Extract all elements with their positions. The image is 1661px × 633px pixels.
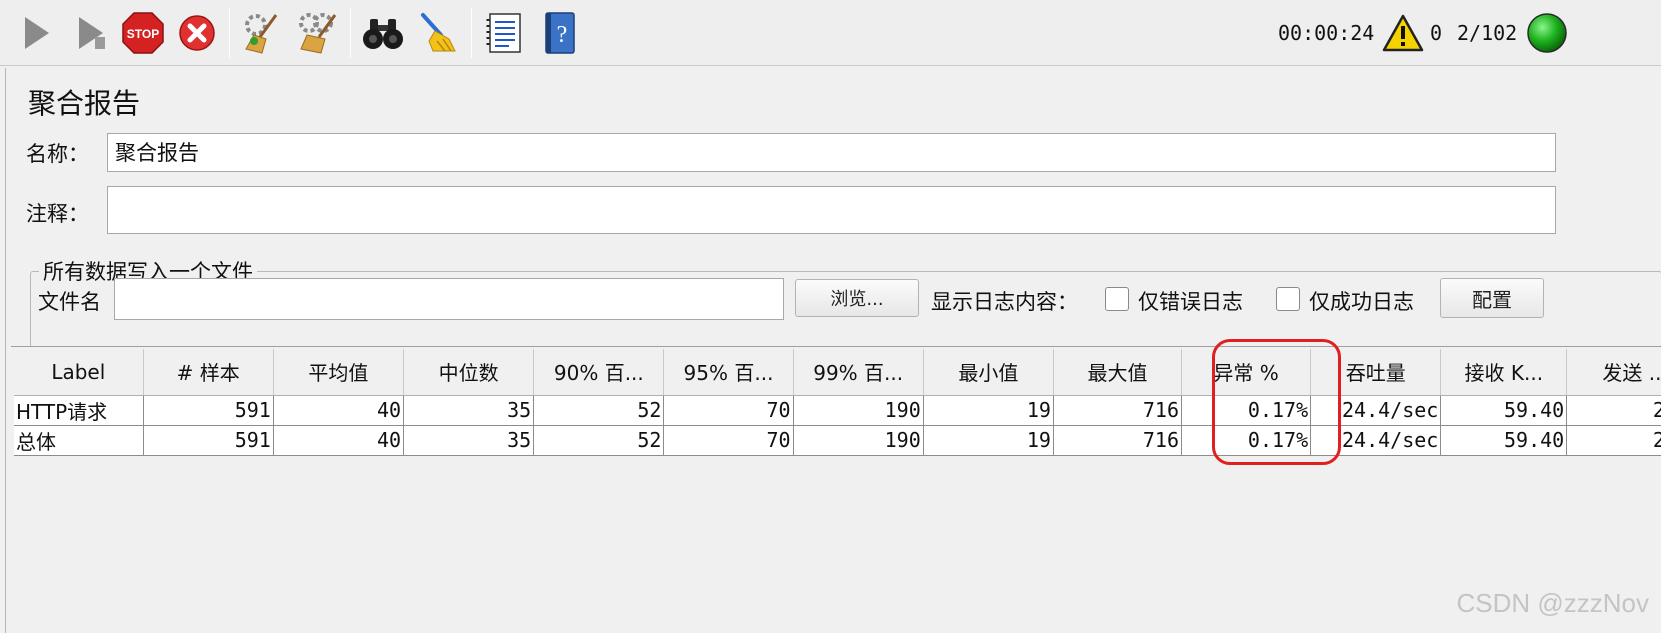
browse-button[interactable]: 浏览... — [795, 279, 919, 317]
table-cell: HTTP请求 — [14, 395, 144, 426]
success-only-checkbox[interactable] — [1276, 287, 1300, 311]
log-display-label: 显示日志内容： — [931, 290, 1078, 314]
binoculars-icon — [363, 19, 403, 49]
table-cell: 52 — [533, 395, 665, 426]
function-helper-button[interactable] — [482, 10, 528, 56]
config-button[interactable]: 配置 — [1440, 278, 1544, 318]
stop-sign-icon: STOP — [122, 12, 164, 54]
toolbar-separator — [229, 8, 230, 58]
column-header[interactable]: 95% 百... — [663, 349, 794, 396]
table-cell: 40 — [273, 395, 405, 426]
help-book-icon: ? — [545, 12, 575, 54]
results-table: Label # 样本 平均值 中位数 90% 百... 95% 百... 99%… — [14, 349, 1661, 456]
column-header[interactable]: 99% 百... — [793, 349, 924, 396]
table-row[interactable]: HTTP请求 591 40 35 52 70 190 19 716 0.17% … — [14, 395, 1661, 426]
table-cell: 59.40 — [1440, 425, 1568, 456]
clear-all-button[interactable] — [294, 10, 340, 56]
page-title: 聚合报告 — [28, 87, 141, 120]
search-button[interactable] — [360, 10, 406, 56]
table-cell: 716 — [1053, 425, 1183, 456]
svg-text:?: ? — [557, 22, 568, 48]
table-cell: 52 — [533, 425, 665, 456]
column-header[interactable]: 发送 ... — [1566, 349, 1661, 396]
table-cell: 24.4/sec — [1310, 425, 1442, 456]
errors-only-checkbox[interactable] — [1105, 287, 1129, 311]
table-cell: 总体 — [14, 425, 144, 456]
svg-text:STOP: STOP — [127, 27, 159, 41]
close-x-icon — [179, 15, 215, 51]
warning-icon[interactable] — [1380, 10, 1426, 56]
results-table-container: Label # 样本 平均值 中位数 90% 百... 95% 百... 99%… — [11, 346, 1661, 633]
column-header[interactable]: 90% 百... — [533, 349, 665, 396]
comment-field[interactable] — [107, 186, 1556, 234]
help-button[interactable]: ? — [537, 10, 583, 56]
play-icon — [25, 17, 49, 49]
column-header[interactable]: 异常 % — [1181, 349, 1312, 396]
filename-label: 文件名 — [38, 290, 101, 314]
table-cell: 0.17% — [1181, 425, 1312, 456]
broom-icon — [421, 13, 456, 52]
column-header[interactable]: Label — [14, 349, 144, 396]
warning-count: 0 — [1430, 21, 1443, 45]
toolbar-separator — [350, 8, 351, 58]
column-header[interactable]: 最大值 — [1053, 349, 1183, 396]
play-no-pause-icon — [79, 17, 105, 49]
stop-button[interactable]: STOP — [120, 10, 166, 56]
shutdown-button[interactable] — [174, 10, 220, 56]
filename-field[interactable] — [114, 278, 784, 320]
table-cell: 40 — [273, 425, 405, 456]
table-cell: 70 — [663, 395, 794, 426]
table-cell: 2.76 — [1566, 395, 1661, 426]
table-cell: 716 — [1053, 395, 1183, 426]
table-row[interactable]: 总体 591 40 35 52 70 190 19 716 0.17% 24.4… — [14, 425, 1661, 456]
name-label: 名称： — [26, 142, 89, 166]
table-cell: 19 — [923, 395, 1054, 426]
list-icon — [486, 13, 521, 53]
aggregate-report-panel: 聚合报告 名称： 聚合报告 注释： 所有数据写入一个文件 文件名 浏览... 显… — [5, 68, 1661, 633]
name-field[interactable]: 聚合报告 — [107, 133, 1556, 172]
toolbar-separator — [471, 8, 472, 58]
table-cell: 190 — [793, 425, 924, 456]
table-cell: 35 — [403, 425, 535, 456]
table-cell: 35 — [403, 395, 535, 426]
table-cell: 2.76 — [1566, 425, 1661, 456]
start-button[interactable] — [12, 10, 58, 56]
errors-only-label: 仅错误日志 — [1138, 290, 1243, 314]
table-cell: 0.17% — [1181, 395, 1312, 426]
table-cell: 70 — [663, 425, 794, 456]
thread-count: 2/102 — [1457, 21, 1518, 45]
column-header[interactable]: 吞吐量 — [1310, 349, 1442, 396]
column-header[interactable]: 接收 K... — [1440, 349, 1568, 396]
column-header[interactable]: 最小值 — [923, 349, 1054, 396]
table-cell: 24.4/sec — [1310, 395, 1442, 426]
broom-gear-all-icon — [299, 13, 337, 54]
column-header[interactable]: 平均值 — [273, 349, 405, 396]
success-only-label: 仅成功日志 — [1309, 290, 1414, 314]
column-header[interactable]: # 样本 — [143, 349, 274, 396]
table-cell: 591 — [143, 395, 274, 426]
table-cell: 59.40 — [1440, 395, 1568, 426]
status-indicator-icon — [1524, 10, 1570, 56]
column-header[interactable]: 中位数 — [403, 349, 535, 396]
broom-gear-icon — [245, 14, 278, 54]
clear-button[interactable] — [238, 10, 284, 56]
start-no-pause-button[interactable] — [66, 10, 112, 56]
table-header-row: Label # 样本 平均值 中位数 90% 百... 95% 百... 99%… — [14, 349, 1661, 396]
table-cell: 19 — [923, 425, 1054, 456]
table-cell: 190 — [793, 395, 924, 426]
toolbar: STOP ? 00:00:24 0 2/102 — [0, 0, 1661, 66]
comment-label: 注释： — [26, 202, 89, 226]
watermark: CSDN @zzzNov — [1456, 588, 1649, 618]
reset-search-button[interactable] — [414, 10, 460, 56]
elapsed-timer: 00:00:24 — [1278, 21, 1375, 45]
table-cell: 591 — [143, 425, 274, 456]
